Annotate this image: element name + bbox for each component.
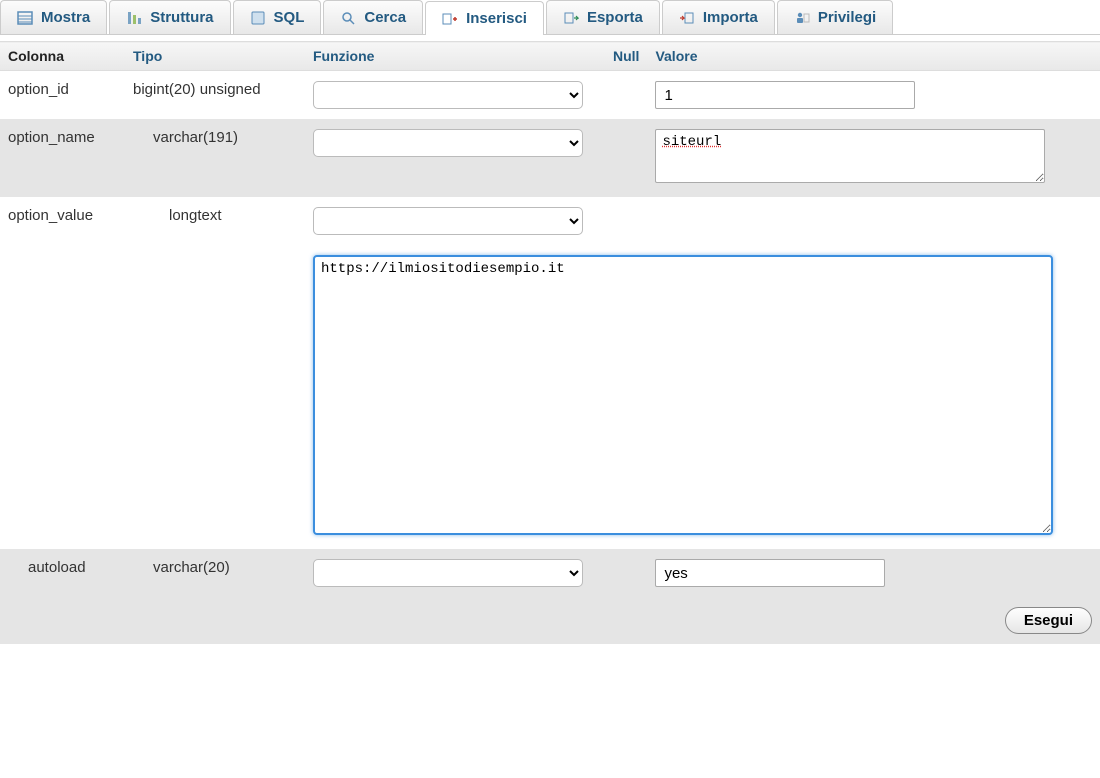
cell-null bbox=[605, 119, 647, 197]
header-type: Tipo bbox=[125, 42, 305, 71]
tab-bar: Mostra Struttura SQL Cerca Inserisci Esp… bbox=[0, 0, 1100, 35]
cell-type: varchar(20) bbox=[125, 549, 305, 597]
tab-struttura[interactable]: Struttura bbox=[109, 0, 230, 34]
tab-mostra[interactable]: Mostra bbox=[0, 0, 107, 34]
sql-icon bbox=[250, 10, 266, 26]
function-select[interactable] bbox=[313, 129, 583, 157]
structure-icon bbox=[126, 10, 142, 26]
header-value: Valore bbox=[647, 42, 1100, 71]
cell-column: option_value bbox=[0, 197, 125, 245]
header-column: Colonna bbox=[0, 42, 125, 71]
table-row-expanded-value: https://ilmiositodiesempio.it bbox=[0, 245, 1100, 549]
cell-null bbox=[605, 197, 647, 245]
cell-type: varchar(191) bbox=[125, 119, 305, 197]
tab-label: Esporta bbox=[587, 9, 643, 26]
tab-inserisci[interactable]: Inserisci bbox=[425, 1, 544, 35]
cell-column: autoload bbox=[0, 549, 125, 597]
cell-null bbox=[605, 549, 647, 597]
value-textarea-large[interactable]: https://ilmiositodiesempio.it bbox=[313, 255, 1053, 535]
cell-column: option_name bbox=[0, 119, 125, 197]
header-null: Null bbox=[605, 42, 647, 71]
browse-icon bbox=[17, 10, 33, 26]
header-row: Colonna Tipo Funzione Null Valore bbox=[0, 42, 1100, 71]
export-icon bbox=[563, 10, 579, 26]
tab-esporta[interactable]: Esporta bbox=[546, 0, 660, 34]
function-select[interactable] bbox=[313, 559, 583, 587]
table-row: option_value longtext bbox=[0, 197, 1100, 245]
tab-label: Importa bbox=[703, 9, 758, 26]
tab-label: Struttura bbox=[150, 9, 213, 26]
tab-cerca[interactable]: Cerca bbox=[323, 0, 423, 34]
tab-sql[interactable]: SQL bbox=[233, 0, 322, 34]
function-select[interactable] bbox=[313, 81, 583, 109]
insert-icon bbox=[442, 11, 458, 27]
footer-row: Esegui bbox=[0, 597, 1100, 644]
cell-column: option_id bbox=[0, 71, 125, 120]
table-row: autoload varchar(20) bbox=[0, 549, 1100, 597]
search-icon bbox=[340, 10, 356, 26]
tab-privilegi[interactable]: Privilegi bbox=[777, 0, 893, 34]
tab-label: Privilegi bbox=[818, 9, 876, 26]
header-function: Funzione bbox=[305, 42, 605, 71]
cell-type: longtext bbox=[125, 197, 305, 245]
value-input[interactable] bbox=[655, 81, 915, 109]
tab-label: SQL bbox=[274, 9, 305, 26]
value-textarea[interactable]: siteurl bbox=[655, 129, 1045, 183]
value-input[interactable] bbox=[655, 559, 885, 587]
insert-form-table: Colonna Tipo Funzione Null Valore option… bbox=[0, 41, 1100, 644]
table-row: option_name varchar(191) siteurl bbox=[0, 119, 1100, 197]
table-row: option_id bigint(20) unsigned bbox=[0, 71, 1100, 120]
function-select[interactable] bbox=[313, 207, 583, 235]
cell-type: bigint(20) unsigned bbox=[125, 71, 305, 120]
tab-label: Mostra bbox=[41, 9, 90, 26]
privileges-icon bbox=[794, 10, 810, 26]
tab-label: Cerca bbox=[364, 9, 406, 26]
import-icon bbox=[679, 10, 695, 26]
tab-importa[interactable]: Importa bbox=[662, 0, 775, 34]
execute-button[interactable]: Esegui bbox=[1005, 607, 1092, 634]
cell-null bbox=[605, 71, 647, 120]
tab-label: Inserisci bbox=[466, 10, 527, 27]
